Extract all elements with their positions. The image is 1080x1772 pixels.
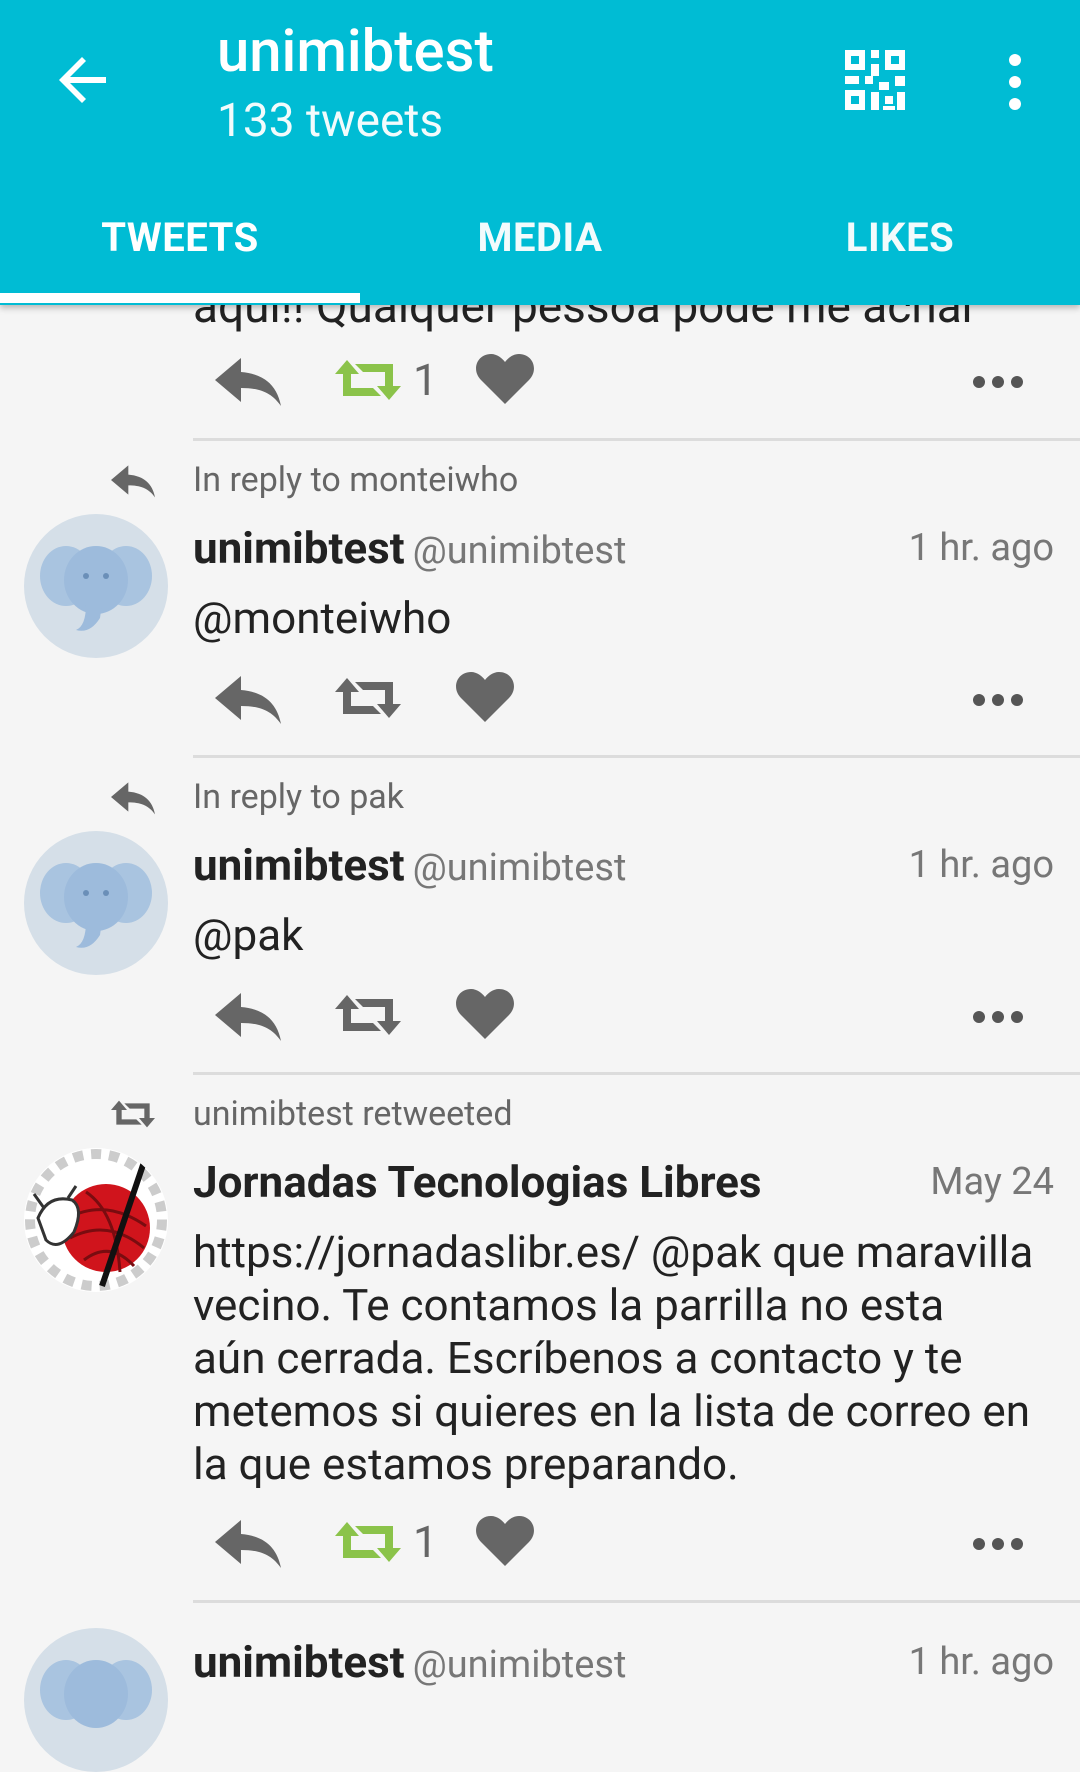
reply-icon[interactable] bbox=[213, 1512, 283, 1572]
like-icon[interactable] bbox=[455, 668, 515, 724]
more-horiz-icon[interactable] bbox=[973, 690, 1023, 710]
retweet-count: 1 bbox=[413, 354, 438, 406]
title-block: unimibtest 133 tweets bbox=[217, 20, 494, 150]
retweet-count: 1 bbox=[413, 1516, 438, 1568]
avatar[interactable] bbox=[24, 1148, 168, 1292]
retweet-icon[interactable] bbox=[333, 668, 403, 728]
avatar[interactable] bbox=[24, 831, 168, 975]
tweet-text[interactable]: @pak bbox=[193, 909, 1063, 962]
tab-tweets[interactable]: TWEETS bbox=[0, 200, 360, 295]
tweet-text-line: la que estamos preparando. bbox=[193, 1438, 739, 1490]
divider bbox=[193, 1600, 1080, 1603]
tweet-text[interactable]: @monteiwho bbox=[193, 592, 1063, 645]
tab-indicator bbox=[0, 293, 360, 303]
more-horiz-icon[interactable] bbox=[973, 1007, 1023, 1027]
retweet-context-icon bbox=[111, 1100, 155, 1128]
tweet-actions: 1 bbox=[193, 1512, 1053, 1582]
screen-name[interactable]: @unimibtest bbox=[413, 1643, 627, 1687]
tweet-text-line: metemos si quieres en la lista de correo… bbox=[193, 1385, 1031, 1437]
reply-icon[interactable] bbox=[213, 668, 283, 728]
reply-context-icon bbox=[111, 465, 155, 498]
reply-icon[interactable] bbox=[213, 350, 283, 410]
tweet-actions: 1 bbox=[193, 350, 1053, 420]
more-horiz-icon[interactable] bbox=[973, 372, 1023, 392]
tweet-text-line: https://jornadaslibr.es/ @pak que maravi… bbox=[193, 1226, 1034, 1278]
reply-icon[interactable] bbox=[213, 985, 283, 1045]
screen-name[interactable]: @unimibtest bbox=[413, 846, 627, 890]
arrow-left-icon[interactable] bbox=[52, 48, 116, 112]
like-icon[interactable] bbox=[475, 350, 535, 406]
retweet-icon[interactable] bbox=[333, 1512, 403, 1572]
tweet-time: May 24 bbox=[930, 1160, 1054, 1204]
divider bbox=[193, 755, 1080, 758]
profile-title: unimibtest bbox=[217, 18, 494, 86]
more-vert-icon[interactable] bbox=[995, 52, 1035, 112]
screen-name[interactable]: @unimibtest bbox=[413, 529, 627, 573]
tweet-context[interactable]: In reply to monteiwho bbox=[193, 460, 518, 500]
tweet-header[interactable]: Jornadas Tecnologias Libres bbox=[193, 1156, 770, 1208]
display-name[interactable]: Jornadas Tecnologias Libres bbox=[193, 1156, 762, 1208]
display-name[interactable]: unimibtest bbox=[193, 839, 405, 891]
tab-media[interactable]: MEDIA bbox=[360, 200, 720, 295]
avatar[interactable] bbox=[24, 514, 168, 658]
tweet-actions bbox=[193, 668, 1053, 738]
reply-context-icon bbox=[111, 782, 155, 815]
tweet-context[interactable]: unimibtest retweeted bbox=[193, 1094, 513, 1134]
tweet-actions bbox=[193, 985, 1053, 1055]
yarn-ball-logo-icon bbox=[25, 1149, 167, 1291]
elephant-avatar-icon bbox=[40, 1660, 152, 1728]
tweet-context[interactable]: In reply to pak bbox=[193, 777, 404, 817]
divider bbox=[193, 1072, 1080, 1075]
retweet-icon[interactable] bbox=[333, 985, 403, 1045]
tweet-header[interactable]: unimibtest @unimibtest bbox=[193, 522, 626, 574]
display-name[interactable]: unimibtest bbox=[193, 1636, 405, 1688]
tweet-header[interactable]: unimibtest @unimibtest bbox=[193, 1636, 626, 1688]
tweet-header[interactable]: unimibtest @unimibtest bbox=[193, 839, 626, 891]
tweet-count: 133 tweets bbox=[217, 94, 444, 148]
elephant-avatar-icon bbox=[40, 863, 152, 948]
more-horiz-icon[interactable] bbox=[973, 1534, 1023, 1554]
qr-code-icon[interactable] bbox=[843, 48, 907, 112]
avatar[interactable] bbox=[24, 1628, 168, 1772]
app-bar: unimibtest 133 tweets TWEETS MEDIA LIKES bbox=[0, 0, 1080, 305]
tweet-time: 1 hr. ago bbox=[908, 526, 1054, 570]
tweet-time: 1 hr. ago bbox=[908, 843, 1054, 887]
tweet-text[interactable]: https://jornadaslibr.es/ @pak que maravi… bbox=[193, 1226, 1063, 1491]
elephant-avatar-icon bbox=[40, 546, 152, 631]
display-name[interactable]: unimibtest bbox=[193, 522, 405, 574]
divider bbox=[193, 438, 1080, 441]
like-icon[interactable] bbox=[455, 985, 515, 1041]
tweet-text-line: vecino. Te contamos la parrilla no esta bbox=[193, 1279, 945, 1331]
tab-bar: TWEETS MEDIA LIKES bbox=[0, 200, 1080, 295]
tweet-text-line: aún cerrada. Escríbenos a contacto y te bbox=[193, 1332, 963, 1384]
like-icon[interactable] bbox=[475, 1512, 535, 1568]
tab-likes[interactable]: LIKES bbox=[720, 200, 1080, 295]
retweet-icon[interactable] bbox=[333, 350, 403, 410]
tweet-time: 1 hr. ago bbox=[908, 1640, 1054, 1684]
